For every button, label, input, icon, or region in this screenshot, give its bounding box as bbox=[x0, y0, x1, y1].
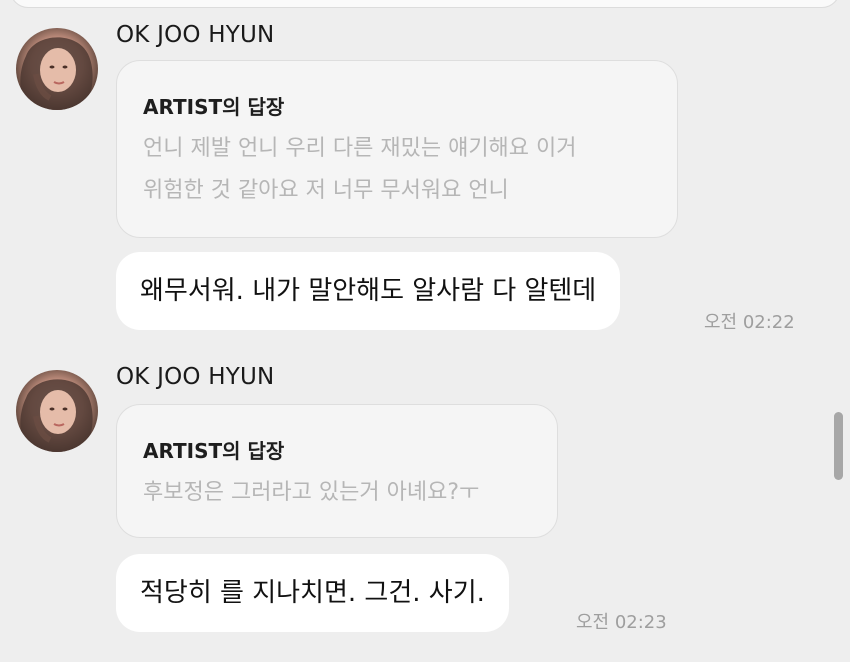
scrollbar-thumb[interactable] bbox=[834, 412, 843, 480]
message-bubble[interactable]: 적당히 를 지나치면. 그건. 사기. bbox=[116, 554, 509, 632]
avatar-photo-icon bbox=[16, 379, 98, 452]
reply-label: ARTIST의 답장 bbox=[143, 439, 285, 463]
message-timestamp: 오전 02:23 bbox=[576, 612, 667, 633]
quoted-text-line: 후보정은 그러라고 있는거 아녜요?ㅜ bbox=[143, 480, 480, 505]
quoted-text-line: 위험한 것 같아요 저 너무 무서워요 언니 bbox=[143, 178, 509, 203]
previous-message-bubble bbox=[10, 0, 840, 8]
message-timestamp: 오전 02:22 bbox=[704, 312, 795, 333]
message-bubble[interactable]: 왜무서워. 내가 말안해도 알사람 다 알텐데 bbox=[116, 252, 621, 330]
avatar[interactable] bbox=[16, 28, 98, 110]
avatar[interactable] bbox=[16, 370, 98, 452]
reply-label: ARTIST의 답장 bbox=[143, 95, 285, 119]
reply-quote-card[interactable]: ARTIST의 답장 후보정은 그러라고 있는거 아녜요?ㅜ bbox=[116, 404, 558, 538]
sender-name: OK JOO HYUN bbox=[116, 22, 275, 48]
quoted-text-line: 언니 제발 언니 우리 다른 재밌는 얘기해요 이거 bbox=[143, 136, 577, 161]
sender-name: OK JOO HYUN bbox=[116, 364, 275, 390]
reply-quote-card[interactable]: ARTIST의 답장 언니 제발 언니 우리 다른 재밌는 얘기해요 이거 위험… bbox=[116, 60, 678, 238]
avatar-photo-icon bbox=[16, 37, 98, 110]
